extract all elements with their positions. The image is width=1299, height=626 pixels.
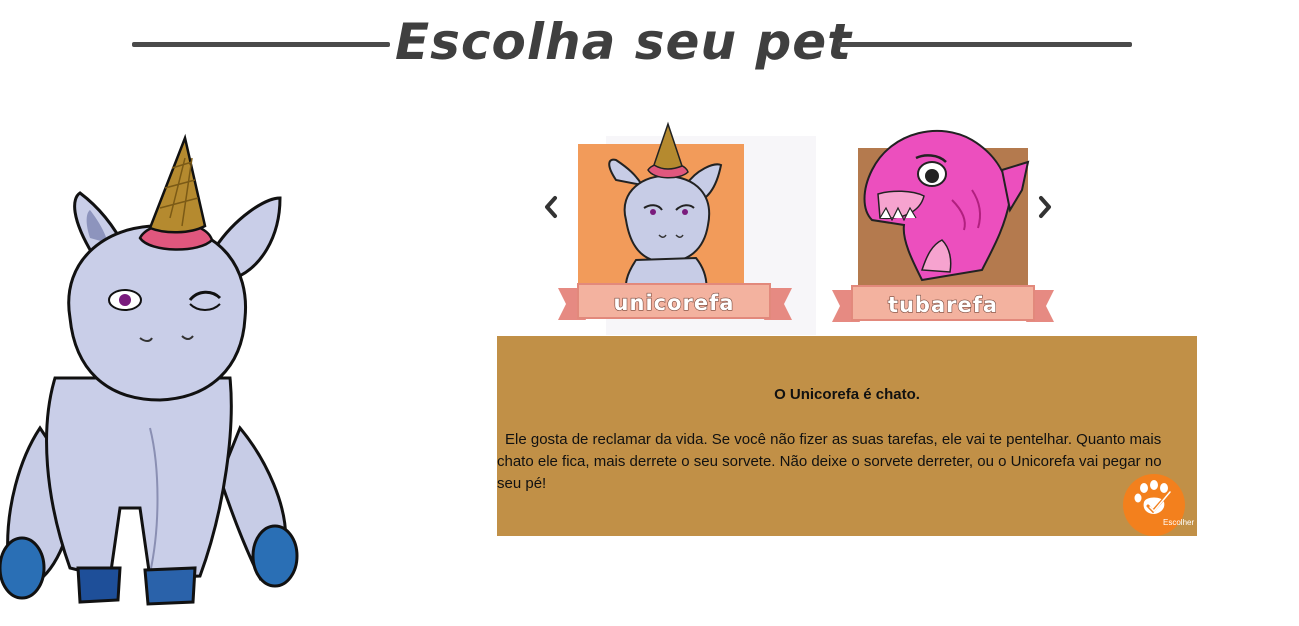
pet-description-panel: O Unicorefa é chato. Ele gosta de reclam… xyxy=(497,336,1197,536)
pet-card-label: unicorefa xyxy=(614,291,735,315)
title-rule-right xyxy=(838,42,1132,47)
pink-shark-icon: tubarefa xyxy=(832,129,1054,322)
pet-description-text: Ele gosta de reclamar da vida. Se você n… xyxy=(497,431,1162,492)
paw-check-icon xyxy=(1134,480,1171,514)
page-header: Escolha seu pet xyxy=(0,0,1299,90)
unicorefa-mascot-illustration xyxy=(0,133,299,606)
choose-pet-button[interactable]: Escolher xyxy=(1123,474,1194,536)
pet-description-title: O Unicorefa é chato. xyxy=(774,386,920,403)
pet-card-label: tubarefa xyxy=(888,293,998,317)
pet-selection-page: Escolha seu pet unicorefa tubarefa O Uni… xyxy=(0,0,1299,626)
page-title: Escolha seu pet xyxy=(395,13,853,71)
unicorn-elephant-icon: unicorefa xyxy=(558,121,816,335)
title-rule-left xyxy=(132,42,390,47)
chevron-right-icon xyxy=(1039,196,1051,218)
carousel-next-button[interactable] xyxy=(1030,192,1060,222)
pet-card-tubarefa[interactable]: tubarefa xyxy=(832,120,1054,335)
pet-card-unicorefa[interactable]: unicorefa xyxy=(556,120,816,335)
choose-pet-button-label: Escolher xyxy=(1163,518,1195,527)
pet-carousel: unicorefa tubarefa xyxy=(530,120,1070,335)
